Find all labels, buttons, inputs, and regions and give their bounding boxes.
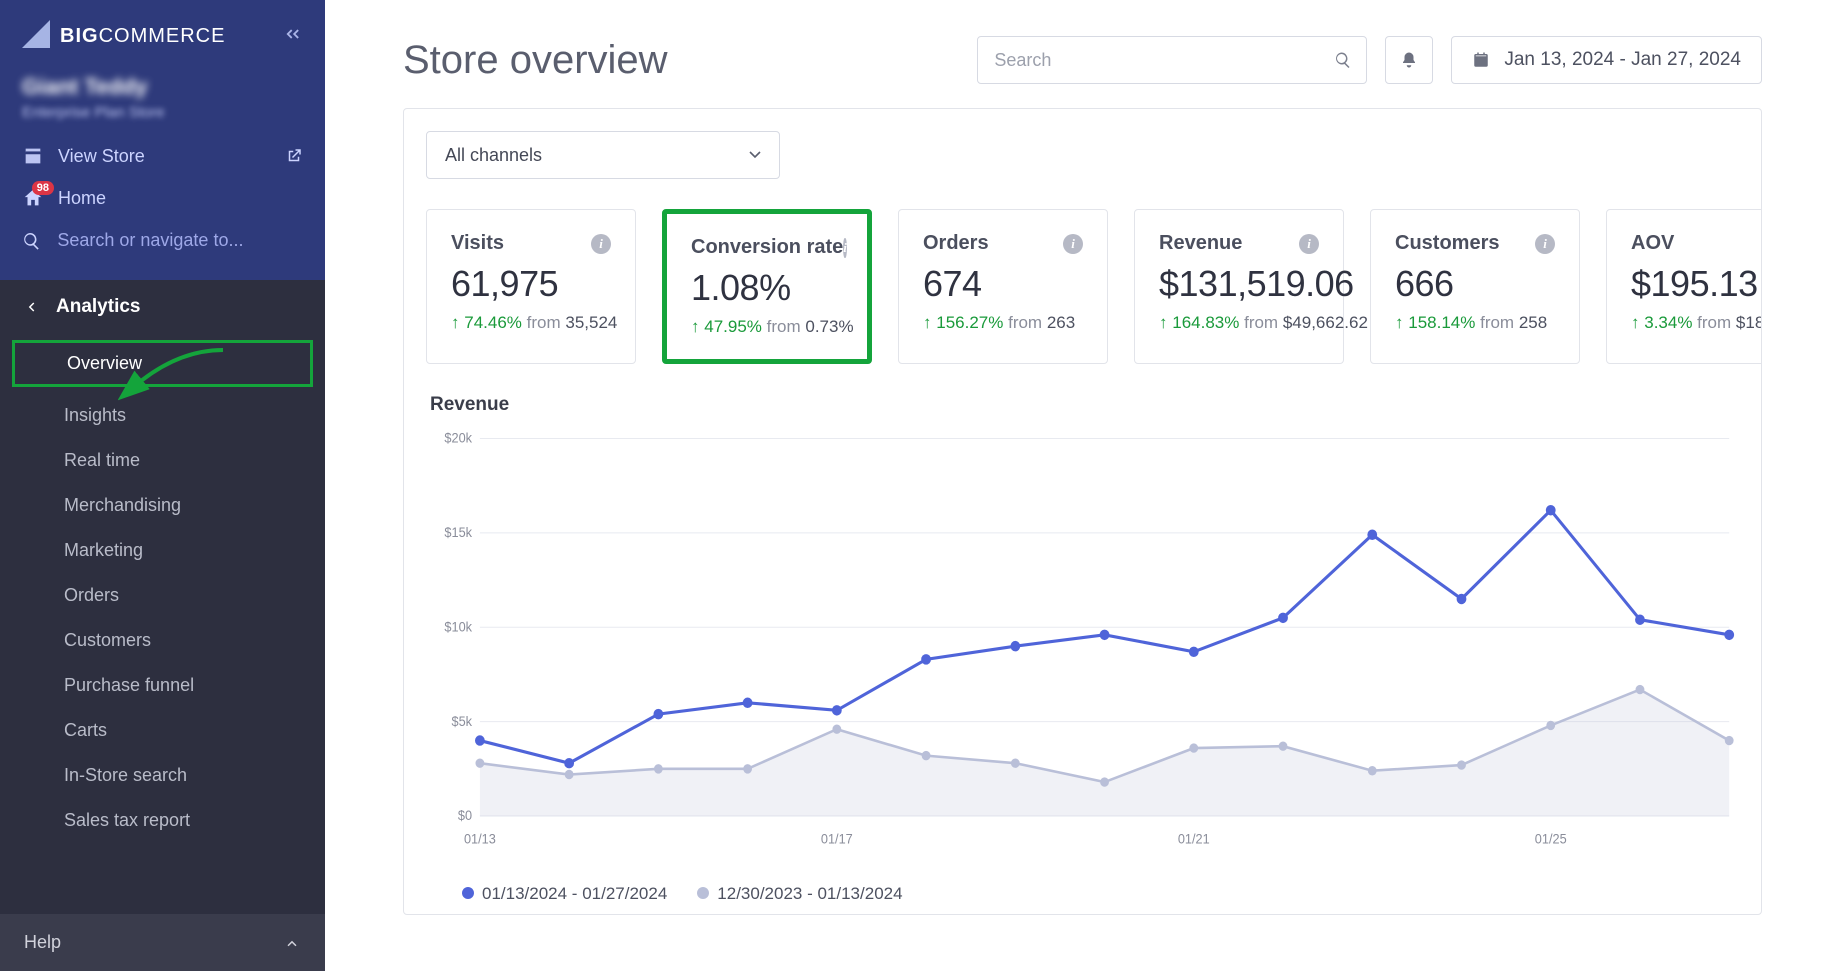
metric-label: Revenue xyxy=(1159,232,1242,255)
metric-change: ↑ 158.14% from 258 xyxy=(1395,313,1555,333)
svg-text:$0: $0 xyxy=(458,808,472,824)
metric-visits[interactable]: Visits i 61,975 ↑ 74.46% from 35,524 xyxy=(426,209,636,364)
sidebar-search[interactable] xyxy=(0,219,325,262)
metric-customers[interactable]: Customers i 666 ↑ 158.14% from 258 xyxy=(1370,209,1580,364)
sidebar-collapse-button[interactable] xyxy=(281,23,303,50)
header-row: Store overview Jan 13, 2024 - Jan 27, 20… xyxy=(335,0,1822,102)
svg-text:01/21: 01/21 xyxy=(1178,831,1210,847)
sidebar-home[interactable]: 98 Home xyxy=(0,177,325,219)
metric-value: $195.13 xyxy=(1631,263,1761,305)
svg-text:01/17: 01/17 xyxy=(821,831,853,847)
chart-legend: 01/13/2024 - 01/27/2024 12/30/2023 - 01/… xyxy=(404,878,1761,914)
search-input[interactable] xyxy=(992,49,1334,72)
legend-current: 01/13/2024 - 01/27/2024 xyxy=(462,884,667,904)
store-icon xyxy=(22,145,44,167)
info-icon[interactable]: i xyxy=(1063,234,1083,254)
svg-text:01/13: 01/13 xyxy=(464,831,496,847)
overview-card: All channels Visits i 61,975 ↑ 74.46% fro… xyxy=(403,108,1762,915)
home-badge: 98 xyxy=(32,181,54,195)
chevron-double-left-icon xyxy=(281,23,303,45)
sidebar-item-marketing[interactable]: Marketing xyxy=(0,528,325,573)
chart-title: Revenue xyxy=(404,394,1761,420)
sidebar-items-list: Overview Insights Real time Merchandisin… xyxy=(0,334,325,843)
info-icon[interactable]: i xyxy=(1535,234,1555,254)
sidebar-item-sales-tax-report[interactable]: Sales tax report xyxy=(0,798,325,843)
chevron-up-icon xyxy=(283,934,301,952)
main-content: Store overview Jan 13, 2024 - Jan 27, 20… xyxy=(325,0,1822,971)
sidebar-item-carts[interactable]: Carts xyxy=(0,708,325,753)
metric-value: 61,975 xyxy=(451,263,611,305)
sidebar-top: BIGCOMMERCE Giant Teddy Enterprise Plan … xyxy=(0,0,325,280)
page-title: Store overview xyxy=(403,38,959,83)
sidebar-section-label: Analytics xyxy=(56,296,140,318)
info-icon[interactable]: i xyxy=(843,238,847,258)
sidebar-item-real-time[interactable]: Real time xyxy=(0,438,325,483)
sidebar-item-customers[interactable]: Customers xyxy=(0,618,325,663)
brand-commerce: COMMERCE xyxy=(99,25,226,47)
metric-aov[interactable]: AOVi $195.13 ↑ 3.34% from $188.8 xyxy=(1606,209,1761,364)
sidebar: BIGCOMMERCE Giant Teddy Enterprise Plan … xyxy=(0,0,325,971)
metric-change: ↑ 47.95% from 0.73% xyxy=(691,317,843,337)
brand-big: BIG xyxy=(60,25,99,47)
brand-mark-icon xyxy=(22,20,50,48)
calendar-icon xyxy=(1472,51,1490,69)
sidebar-home-label: Home xyxy=(58,188,106,209)
sidebar-item-merchandising[interactable]: Merchandising xyxy=(0,483,325,528)
channel-select-value: All channels xyxy=(445,145,542,166)
info-icon[interactable]: i xyxy=(1299,234,1319,254)
bell-icon xyxy=(1400,51,1418,69)
metric-orders[interactable]: Orders i 674 ↑ 156.27% from 263 xyxy=(898,209,1108,364)
sidebar-item-purchase-funnel[interactable]: Purchase funnel xyxy=(0,663,325,708)
sidebar-search-input[interactable] xyxy=(55,229,303,252)
revenue-chart: $0 $5k $10k $15k $20k 01/13 01/17 01/21 01/25 xyxy=(404,420,1761,878)
sidebar-help[interactable]: Help xyxy=(0,914,325,971)
metric-conversion-rate[interactable]: Conversion ratei 1.08% ↑ 47.95% from 0.7… xyxy=(662,209,872,364)
caret-down-icon xyxy=(749,151,761,159)
svg-text:$10k: $10k xyxy=(444,619,472,635)
sidebar-view-store-label: View Store xyxy=(58,146,145,167)
svg-text:$5k: $5k xyxy=(452,713,473,729)
metrics-strip: Visits i 61,975 ↑ 74.46% from 35,524 Conv… xyxy=(404,209,1761,394)
sidebar-section-analytics[interactable]: Analytics xyxy=(0,280,325,334)
info-icon[interactable]: i xyxy=(591,234,611,254)
metric-value: 1.08% xyxy=(691,267,843,309)
metric-value: 666 xyxy=(1395,263,1555,305)
sidebar-item-in-store-search[interactable]: In-Store search xyxy=(0,753,325,798)
metric-value: $131,519.06 xyxy=(1159,263,1319,305)
metric-revenue[interactable]: Revenue i $131,519.06 ↑ 164.83% from $49,… xyxy=(1134,209,1344,364)
sidebar-item-overview[interactable]: Overview xyxy=(12,340,313,387)
global-search[interactable] xyxy=(977,36,1367,84)
metric-label: Visits xyxy=(451,232,504,255)
metric-change: ↑ 3.34% from $188.8 xyxy=(1631,313,1761,333)
metric-change: ↑ 74.46% from 35,524 xyxy=(451,313,611,333)
date-range-label: Jan 13, 2024 - Jan 27, 2024 xyxy=(1504,49,1741,71)
store-plan: Enterprise Plan Store xyxy=(22,104,303,121)
chevron-left-icon xyxy=(22,298,40,316)
metric-value: 674 xyxy=(923,263,1083,305)
sidebar-item-orders[interactable]: Orders xyxy=(0,573,325,618)
metric-label: Orders xyxy=(923,232,989,255)
sidebar-view-store[interactable]: View Store xyxy=(0,135,325,177)
channel-select[interactable]: All channels xyxy=(426,131,780,179)
home-icon: 98 xyxy=(22,187,44,209)
notifications-button[interactable] xyxy=(1385,36,1433,84)
metric-label: AOV xyxy=(1631,232,1674,255)
sidebar-item-insights[interactable]: Insights xyxy=(0,393,325,438)
store-name: Giant Teddy xyxy=(22,74,303,100)
search-icon xyxy=(1334,51,1352,69)
search-icon xyxy=(22,230,41,252)
metric-label: Customers xyxy=(1395,232,1499,255)
metric-change: ↑ 156.27% from 263 xyxy=(923,313,1083,333)
external-link-icon xyxy=(285,147,303,165)
svg-text:01/25: 01/25 xyxy=(1535,831,1567,847)
sidebar-help-label: Help xyxy=(24,932,61,953)
metric-label: Conversion rate xyxy=(691,236,843,259)
svg-text:$15k: $15k xyxy=(444,525,472,541)
svg-text:$20k: $20k xyxy=(444,430,472,446)
legend-previous: 12/30/2023 - 01/13/2024 xyxy=(697,884,902,904)
date-range-picker[interactable]: Jan 13, 2024 - Jan 27, 2024 xyxy=(1451,36,1762,84)
store-identity: Giant Teddy Enterprise Plan Store xyxy=(0,68,325,135)
brand-logo[interactable]: BIGCOMMERCE xyxy=(22,22,225,50)
metric-change: ↑ 164.83% from $49,662.62 xyxy=(1159,313,1319,333)
